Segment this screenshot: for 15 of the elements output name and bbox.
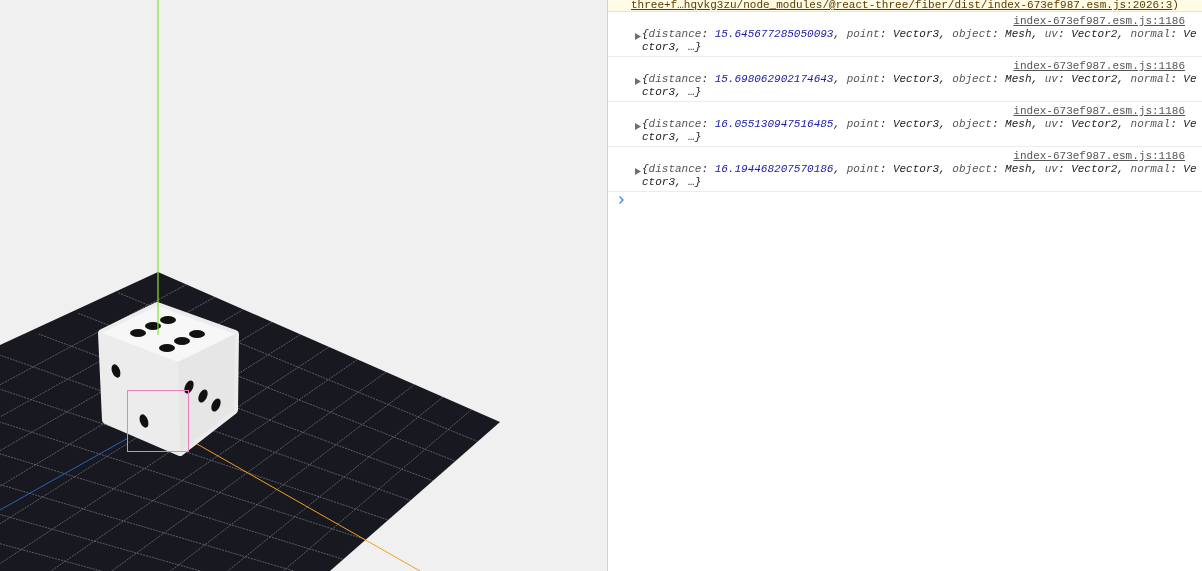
object-preview[interactable]: {distance: 15.698062902174643, point: Vector3, object: Mesh, uv: Vector2, normal: Vector3, …} [642,73,1198,99]
prompt-chevron-icon[interactable] [618,195,625,205]
warning-text: ) [1172,0,1179,11]
collapsed-triangle-icon[interactable] [635,78,641,85]
source-link[interactable]: three+f…hqvkg3zu/node_modules/@react-three/fiber/dist/index-673ef987.esm.js:2026:3 [631,0,1173,11]
collapsed-triangle-icon[interactable] [635,168,641,175]
source-link[interactable]: index-673ef987.esm.js:1186 [1013,105,1185,118]
source-link[interactable]: index-673ef987.esm.js:1186 [1013,150,1185,163]
collapsed-triangle-icon[interactable] [635,33,641,40]
source-link[interactable]: index-673ef987.esm.js:1186 [1013,15,1185,28]
collapsed-triangle-icon[interactable] [635,123,641,130]
source-link[interactable]: index-673ef987.esm.js:1186 [1013,60,1185,73]
object-preview[interactable]: {distance: 16.194468207570186, point: Vector3, object: Mesh, uv: Vector2, normal: Vector3, …} [642,163,1198,189]
object-preview[interactable]: {distance: 16.055130947516485, point: Vector3, object: Mesh, uv: Vector2, normal: Vector3, …} [642,118,1198,144]
object-preview[interactable]: {distance: 15.645677285050093, point: Vector3, object: Mesh, uv: Vector2, normal: Vector3, …} [642,28,1198,54]
